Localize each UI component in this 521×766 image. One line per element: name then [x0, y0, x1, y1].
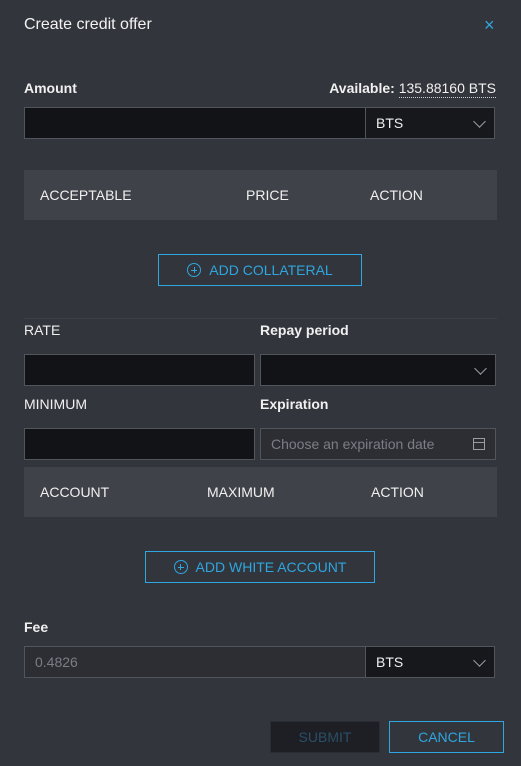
fee-asset-value: BTS [376, 654, 404, 670]
add-white-account-label: ADD WHITE ACCOUNT [195, 559, 347, 575]
available-value[interactable]: 135.88160 BTS [398, 80, 496, 98]
collateral-table-header: ACCEPTABLE PRICE ACTION [24, 170, 497, 220]
add-collateral-button[interactable]: ADD COLLATERAL [158, 254, 362, 286]
fee-input: 0.4826 [24, 646, 366, 678]
minimum-input[interactable] [24, 428, 255, 460]
section-divider [24, 318, 497, 319]
column-action: ACTION [371, 484, 424, 500]
minimum-label: MINIMUM [24, 396, 87, 412]
column-action: ACTION [370, 187, 423, 203]
amount-asset-value: BTS [376, 115, 404, 131]
column-acceptable: ACCEPTABLE [40, 187, 132, 203]
calendar-icon [473, 438, 485, 450]
amount-input[interactable] [24, 107, 366, 139]
repay-period-select[interactable] [260, 354, 496, 386]
cancel-button[interactable]: CANCEL [389, 721, 504, 753]
expiration-date-picker[interactable]: Choose an expiration date [260, 428, 496, 460]
expiration-placeholder: Choose an expiration date [271, 436, 435, 452]
add-collateral-label: ADD COLLATERAL [209, 262, 333, 278]
modal-title: Create credit offer [24, 16, 152, 33]
plus-circle-icon [173, 560, 188, 574]
column-account: ACCOUNT [40, 484, 110, 500]
close-icon[interactable]: × [484, 16, 500, 34]
chevron-down-icon [474, 361, 487, 375]
rate-label: RATE [24, 322, 61, 338]
submit-button[interactable]: SUBMIT [270, 721, 380, 753]
expiration-label: Expiration [260, 396, 329, 412]
plus-circle-icon [187, 263, 202, 277]
fee-label: Fee [24, 619, 49, 635]
chevron-down-icon [473, 653, 486, 667]
repay-period-label: Repay period [260, 322, 349, 338]
white-account-table-header: ACCOUNT MAXIMUM ACTION [24, 467, 497, 517]
rate-input[interactable] [24, 354, 255, 386]
add-white-account-button[interactable]: ADD WHITE ACCOUNT [145, 551, 375, 583]
amount-asset-select[interactable]: BTS [365, 107, 495, 139]
available-label: Available: [329, 80, 395, 96]
chevron-down-icon [473, 114, 486, 128]
available-balance: Available: 135.88160 BTS [329, 80, 496, 98]
amount-label: Amount [24, 80, 77, 96]
credit-offer-modal: Create credit offer × Amount Available: … [0, 0, 521, 766]
fee-asset-select[interactable]: BTS [365, 646, 495, 678]
column-maximum: MAXIMUM [207, 484, 275, 500]
column-price: PRICE [246, 187, 289, 203]
